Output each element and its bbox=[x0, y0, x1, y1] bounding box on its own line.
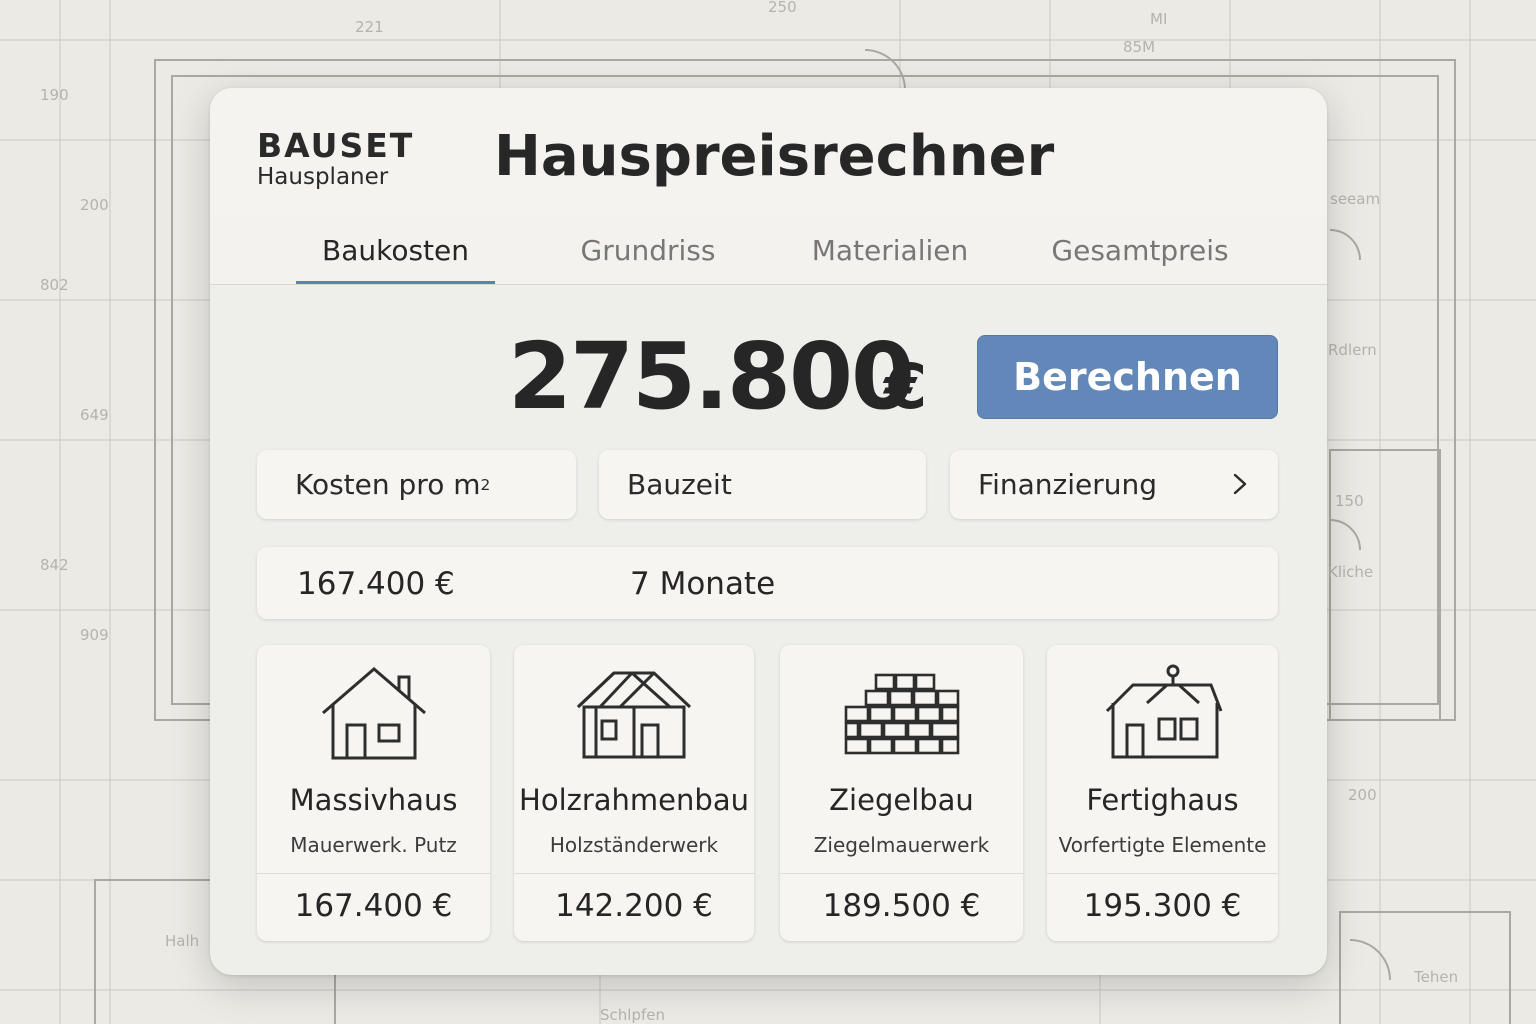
house-type-card-holzrahmenbau[interactable]: Holzrahmenbau Holzständerwerk 142.200 € bbox=[514, 645, 754, 941]
house-type-card-massivhaus[interactable]: Massivhaus Mauerwerk. Putz 167.400 € bbox=[257, 645, 490, 941]
house-icon bbox=[321, 667, 426, 760]
financing-label: Finanzierung bbox=[978, 468, 1157, 501]
svg-text:85M: 85M bbox=[1123, 38, 1155, 56]
duration-value: 7 Monate bbox=[630, 566, 776, 602]
tab-grundriss[interactable]: Grundriss bbox=[550, 234, 746, 267]
tab-bar: Baukosten Grundriss Materialien Gesamtpr… bbox=[210, 218, 1327, 285]
house-type-desc: Vorfertigte Elemente bbox=[1058, 833, 1267, 857]
house-type-price: 142.200 € bbox=[555, 888, 713, 924]
divider bbox=[514, 873, 754, 874]
house-type-name: Ziegelbau bbox=[829, 783, 974, 817]
svg-text:200: 200 bbox=[1348, 786, 1377, 804]
chevron-right-icon bbox=[1233, 473, 1247, 495]
tab-gesamtpreis[interactable]: Gesamtpreis bbox=[1030, 234, 1250, 267]
duration-tab[interactable]: Bauzeit bbox=[599, 450, 926, 519]
active-tab-indicator bbox=[296, 281, 495, 284]
cost-value: 167.400 € bbox=[297, 566, 455, 602]
house-type-name: Massivhaus bbox=[289, 783, 458, 817]
tab-materialien[interactable]: Materialien bbox=[790, 234, 990, 267]
brand-name: BAUSET bbox=[257, 126, 415, 165]
divider bbox=[257, 873, 490, 874]
house-type-desc: Ziegelmauerwerk bbox=[813, 833, 990, 857]
svg-text:802: 802 bbox=[40, 276, 69, 294]
sqm-superscript: 2 bbox=[480, 475, 491, 494]
svg-text:150: 150 bbox=[1335, 492, 1364, 510]
house-type-name: Holzrahmenbau bbox=[519, 783, 749, 817]
page-title: Hauspreisrechner bbox=[494, 124, 1055, 189]
svg-text:Halh: Halh bbox=[165, 932, 199, 950]
header: BAUSET Hausplaner Hauspreisrechner bbox=[210, 88, 1327, 219]
svg-text:190: 190 bbox=[40, 86, 69, 104]
house-type-card-ziegelbau[interactable]: Ziegelbau Ziegelmauerwerk 189.500 € bbox=[780, 645, 1023, 941]
svg-text:200: 200 bbox=[80, 196, 109, 214]
svg-text:842: 842 bbox=[40, 556, 69, 574]
metric-values-row: 167.400 € 7 Monate bbox=[257, 547, 1278, 619]
house-type-price: 167.400 € bbox=[294, 888, 453, 924]
calculate-button[interactable]: Berechnen bbox=[977, 335, 1278, 419]
svg-text:Schlpfen: Schlpfen bbox=[600, 1006, 665, 1024]
svg-text:Kliche: Kliche bbox=[1328, 563, 1373, 581]
timber-frame-icon bbox=[576, 671, 692, 759]
tab-baukosten[interactable]: Baukosten bbox=[296, 234, 495, 267]
house-type-name: Fertighaus bbox=[1086, 783, 1239, 817]
svg-text:250: 250 bbox=[768, 0, 797, 16]
brick-wall-icon bbox=[844, 673, 959, 755]
cost-per-sqm-tab[interactable]: Kosten pro m2 bbox=[257, 450, 576, 519]
divider bbox=[1047, 873, 1278, 874]
duration-label: Bauzeit bbox=[627, 468, 732, 501]
total-price: 275.800 bbox=[508, 323, 915, 430]
svg-text:909: 909 bbox=[80, 626, 109, 644]
svg-text:221: 221 bbox=[355, 18, 384, 36]
house-type-card-fertighaus[interactable]: Fertighaus Vorfertigte Elemente 195.300 … bbox=[1047, 645, 1278, 941]
svg-text:MI: MI bbox=[1150, 10, 1167, 28]
calculator-window: BAUSET Hausplaner Hauspreisrechner Bauko… bbox=[210, 88, 1327, 975]
prefab-house-icon bbox=[1105, 664, 1222, 759]
divider bbox=[780, 873, 1023, 874]
svg-text:Tehen: Tehen bbox=[1413, 968, 1458, 986]
house-type-price: 195.300 € bbox=[1083, 888, 1242, 924]
svg-text:649: 649 bbox=[80, 406, 109, 424]
financing-button[interactable]: Finanzierung bbox=[950, 450, 1278, 519]
svg-text:seeam: seeam bbox=[1330, 190, 1380, 208]
house-type-desc: Mauerwerk. Putz bbox=[290, 833, 457, 857]
house-type-desc: Holzständerwerk bbox=[549, 833, 719, 857]
svg-text:Rdlern: Rdlern bbox=[1328, 341, 1377, 359]
house-type-price: 189.500 € bbox=[822, 888, 981, 924]
total-price-currency: € bbox=[884, 350, 928, 423]
brand-subtitle: Hausplaner bbox=[257, 164, 389, 190]
cost-per-sqm-label: Kosten pro m bbox=[295, 468, 481, 501]
